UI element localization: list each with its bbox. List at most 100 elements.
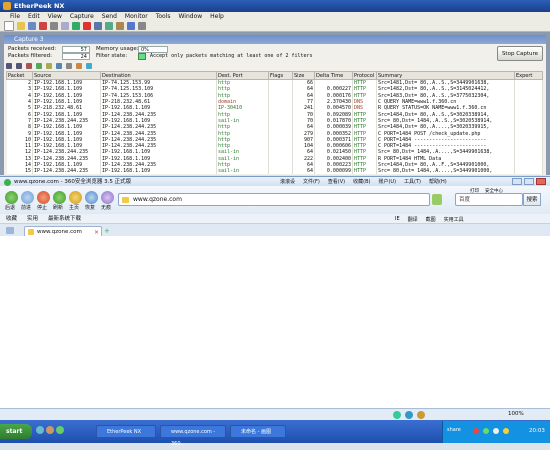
packet-cell: Src=1481,Dst= 80,.A..S.,S=3449901638, (376, 79, 515, 87)
forward-icon[interactable] (16, 63, 22, 69)
quicklaunch-360-icon[interactable] (56, 426, 64, 434)
home-button[interactable] (69, 191, 82, 204)
tab-list-icon[interactable] (6, 227, 14, 234)
packet-list-table: Packet Source Destination Dest. Port Flags Si… (6, 71, 543, 175)
go-arrow-icon[interactable] (432, 194, 442, 205)
packet-cell: HTTP (352, 79, 377, 87)
menu-monitor[interactable]: Monitor (125, 12, 148, 21)
packet-row[interactable]: 15 IP-124.238.244.235 IP-192.168.1.109 sail… (6, 168, 543, 175)
fav-link-practical[interactable]: 实用 (27, 214, 38, 224)
packet-cell: 0.000099 (314, 168, 353, 175)
browser-menu-item[interactable]: 查看(V) (328, 178, 345, 185)
browser-menu-item[interactable]: 账户(U) (378, 178, 396, 185)
graphs-icon[interactable] (66, 63, 72, 69)
column-header[interactable]: Expert (514, 71, 543, 80)
arrow-icon[interactable] (138, 22, 146, 30)
menu-capture[interactable]: Capture (70, 12, 94, 21)
column-header[interactable]: Source (32, 71, 101, 80)
tray-antivirus-icon[interactable] (473, 428, 479, 434)
start-button[interactable]: start (0, 424, 32, 439)
tab-qzone[interactable]: www.qzone.com × (24, 226, 102, 236)
stop-capture-button[interactable]: Stop Capture (497, 46, 543, 61)
maximize-button[interactable] (524, 178, 534, 185)
copy-icon[interactable] (61, 22, 69, 30)
column-header[interactable]: Delta Time (314, 71, 353, 80)
search-button[interactable]: 搜索 (523, 193, 541, 206)
screenshot-button[interactable]: 截图 (426, 216, 436, 223)
minimize-button[interactable] (512, 178, 522, 185)
favorites-button[interactable]: 收藏 (6, 214, 17, 224)
conversation-icon[interactable] (86, 63, 92, 69)
new-tab-icon[interactable]: + (104, 227, 114, 235)
task-paint[interactable]: 未命名 - 画图 (230, 425, 286, 438)
browser-menu-item[interactable]: 文件(F) (303, 178, 320, 185)
menu-file[interactable]: File (10, 12, 20, 21)
browser-statusbar: 100% (0, 408, 550, 420)
column-header[interactable]: Size (292, 71, 315, 80)
cut-icon[interactable] (50, 22, 58, 30)
tray-network-icon[interactable] (493, 428, 499, 434)
search-input[interactable]: 百度 (455, 193, 523, 206)
ie-mode-button[interactable]: IE (395, 216, 400, 222)
restore-button[interactable] (85, 191, 98, 204)
refresh-button[interactable] (53, 191, 66, 204)
packet-row[interactable]: 2 IP-192.168.1.109 IP-74.125.153.99 http 66 H… (6, 79, 543, 87)
tray-share-label: share (447, 427, 461, 433)
open-icon[interactable] (17, 22, 25, 30)
tray-360-icon[interactable] (483, 428, 489, 434)
nodes-icon[interactable] (36, 63, 42, 69)
browser-menu-item[interactable]: 工具(T) (404, 178, 421, 185)
browser-menu-item[interactable]: 帮助(H) (429, 178, 447, 185)
task-browser[interactable]: www.qzone.com - 360... (160, 425, 226, 447)
protocols-icon[interactable] (46, 63, 52, 69)
stats-icon[interactable] (105, 22, 113, 30)
address-text: www.qzone.com (133, 196, 182, 203)
decode-icon[interactable] (26, 63, 32, 69)
send-icon[interactable] (116, 22, 124, 30)
favorites-bar: 收藏 实用 最新系统下载 (0, 214, 550, 224)
translate-button[interactable]: 翻译 (408, 216, 418, 223)
column-header[interactable]: Dest. Port (216, 71, 269, 80)
menu-tools[interactable]: Tools (156, 12, 171, 21)
browser-menu-item[interactable]: 滚滚设 (280, 178, 295, 185)
download-icon[interactable] (405, 411, 413, 419)
address-bar[interactable]: www.qzone.com (118, 193, 430, 206)
stop-button[interactable] (37, 191, 50, 204)
new-icon[interactable] (4, 21, 14, 31)
expert-icon[interactable] (56, 63, 62, 69)
log-icon[interactable] (76, 63, 82, 69)
print-button[interactable]: 打印 (470, 188, 479, 194)
print-icon[interactable] (39, 22, 47, 30)
stop-icon[interactable] (83, 22, 91, 30)
close-button[interactable] (536, 178, 546, 185)
menu-view[interactable]: View (48, 12, 62, 21)
incognito-button[interactable] (101, 191, 114, 204)
security-center-button[interactable]: 安全中心 (485, 188, 503, 194)
menu-send[interactable]: Send (102, 12, 117, 21)
quicklaunch-desktop-icon[interactable] (46, 426, 54, 434)
browser-menu-item[interactable]: 收藏(B) (353, 178, 370, 185)
tray-volume-icon[interactable] (503, 428, 509, 434)
zoom-level[interactable]: 100% (508, 411, 524, 417)
forward-button[interactable] (21, 191, 34, 204)
column-header[interactable]: Destination (100, 71, 217, 80)
menu-edit[interactable]: Edit (28, 12, 40, 21)
column-header[interactable]: Summary (376, 71, 515, 80)
back-icon[interactable] (6, 63, 12, 69)
tools-button[interactable]: 实用工具 (444, 216, 464, 223)
help-icon[interactable] (127, 22, 135, 30)
filter-icon[interactable] (94, 22, 102, 30)
save-icon[interactable] (28, 22, 36, 30)
menu-window[interactable]: Window (179, 12, 203, 21)
quicklaunch-ie-icon[interactable] (36, 426, 44, 434)
security-icon (417, 411, 425, 419)
fav-link-latest-system[interactable]: 最新系统下载 (48, 214, 81, 224)
column-header[interactable]: Protocol (352, 71, 377, 80)
task-etherpeek[interactable]: EtherPeek NX (96, 425, 156, 438)
menu-help[interactable]: Help (210, 12, 224, 21)
column-header[interactable]: Packet (6, 71, 33, 80)
start-capture-icon[interactable] (72, 22, 80, 30)
back-button[interactable] (5, 191, 18, 204)
packet-cell: 15 (6, 168, 33, 175)
column-header[interactable]: Flags (268, 71, 293, 80)
